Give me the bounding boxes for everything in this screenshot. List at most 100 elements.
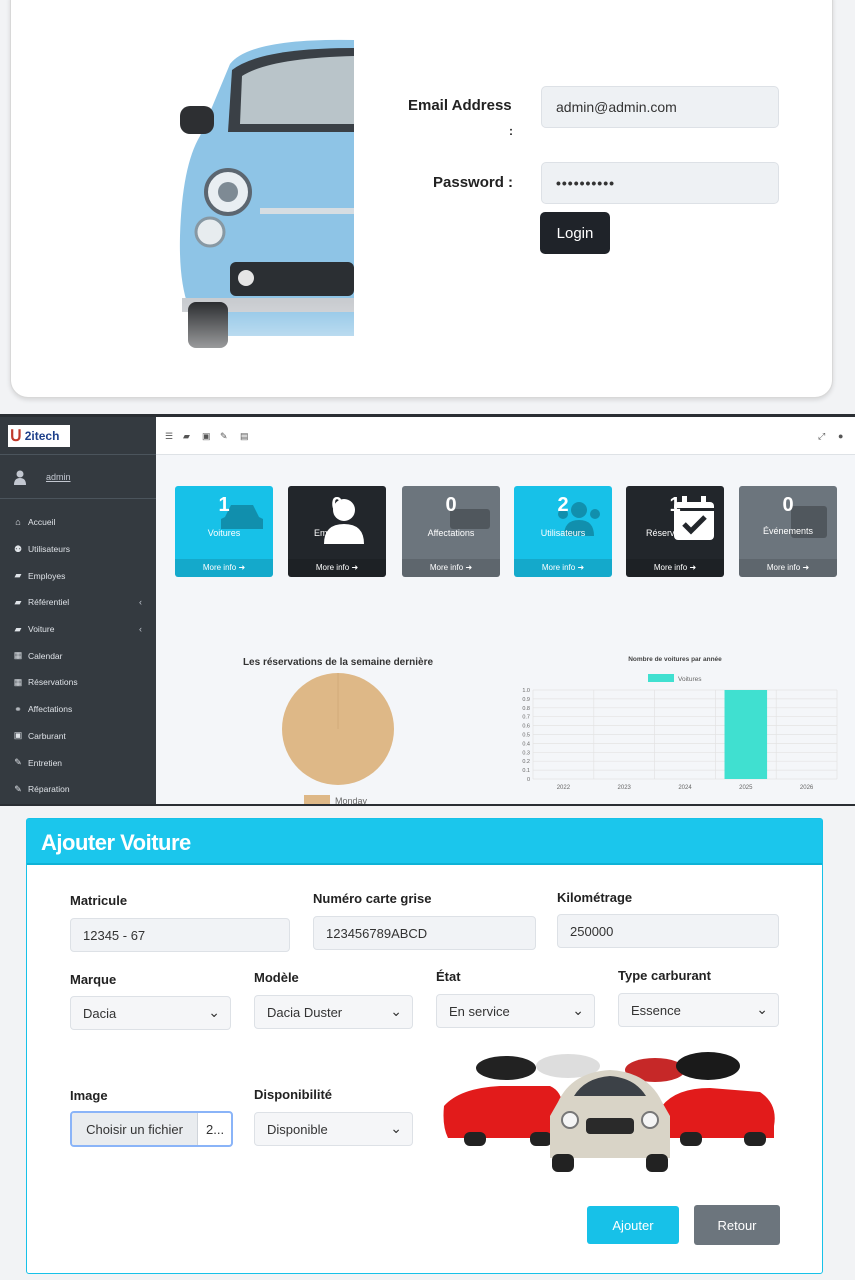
disponibilite-select[interactable]: Disponible ⌄ [254, 1112, 413, 1146]
more-info-label: More info [653, 563, 688, 572]
choose-file-button[interactable]: Choisir un fichier [72, 1113, 198, 1145]
marque-select[interactable]: Dacia ⌄ [70, 996, 231, 1030]
pie-chart: Monday [282, 673, 394, 806]
wrench-icon[interactable]: ✎ [220, 431, 228, 442]
fuel-icon[interactable]: ▤ [240, 431, 249, 442]
sidebar-item-reservations[interactable]: ▦ Réservations [0, 669, 156, 696]
fiat-500-car-image [170, 36, 354, 390]
kilometrage-label: Kilométrage [557, 890, 633, 905]
bar-y-tick-label: 0 [527, 777, 530, 783]
type-carburant-select[interactable]: Essence ⌄ [618, 993, 779, 1027]
sidebar-nav: ⌂ Accueil ⚉ Utilisateurs ▰ Employes ▰ Référe… [0, 509, 156, 803]
sidebar-item-label: Réservations [28, 677, 78, 688]
modele-select[interactable]: Dacia Duster ⌄ [254, 995, 413, 1029]
info-box-employes: 0 Emp More info ➜ [288, 486, 386, 577]
email-label-colon: : [509, 124, 513, 138]
sidebar-item-voiture[interactable]: ▰ Voiture ‹ [0, 616, 156, 643]
sidebar-item-utilisateurs[interactable]: ⚉ Utilisateurs [0, 536, 156, 563]
home-icon: ⌂ [15, 517, 21, 528]
pie-chart-title: Les réservations de la semaine dernière [242, 657, 434, 668]
chevron-left-icon: ‹ [139, 597, 142, 608]
gas-pump-icon[interactable]: ▣ [202, 431, 211, 442]
sidebar-item-accueil[interactable]: ⌂ Accueil [0, 509, 156, 536]
ajouter-button[interactable]: Ajouter [587, 1206, 679, 1244]
more-info-link[interactable]: More info ➜ [288, 559, 386, 577]
bar-x-tick-label: 2025 [739, 785, 753, 791]
gas-pump-icon: ▣ [13, 730, 23, 741]
info-box-number: 0 [782, 494, 794, 516]
email-input[interactable]: admin@admin.com [541, 86, 779, 128]
bar-y-tick-label: 0.6 [522, 724, 530, 730]
info-box-voitures: 1 Voitures More info ➜ [175, 486, 273, 577]
info-box-label: Utilisateurs [540, 528, 586, 538]
more-info-link[interactable]: More info ➜ [626, 559, 724, 577]
bar-x-tick-label: 2022 [557, 785, 571, 791]
arrow-circle-right-icon: ➜ [238, 563, 246, 572]
password-input[interactable]: •••••••••• [541, 162, 779, 204]
more-info-link[interactable]: More info ➜ [739, 559, 837, 577]
chevron-down-icon: ⌄ [756, 1001, 768, 1017]
etat-select-value: En service [449, 1004, 510, 1019]
car-icon[interactable]: ▰ [183, 431, 190, 442]
user-panel: admin [0, 455, 156, 499]
bar[interactable] [724, 690, 768, 779]
marque-label: Marque [70, 972, 117, 987]
calendar-icon: ▦ [13, 650, 23, 661]
sidebar-item-label: Calendar [28, 650, 63, 661]
user-avatar-icon [12, 469, 28, 485]
sidebar: ᑌ 2itech admin ⌂ Accueil ⚉ Utilisateurs ▰ E… [0, 417, 156, 806]
sidebar-item-entretien[interactable]: ✎ Entretien [0, 749, 156, 776]
fullscreen-icon[interactable]: ⤢ [818, 431, 825, 442]
more-info-link[interactable]: More info ➜ [175, 559, 273, 577]
info-box-number: 0 [331, 494, 343, 516]
dashboard-panel: ᑌ 2itech admin ⌂ Accueil ⚉ Utilisateurs ▰ E… [0, 417, 855, 806]
info-box-number: 1 [669, 494, 681, 516]
more-info-label: More info [429, 563, 464, 572]
sidebar-item-carburant[interactable]: ▣ Carburant [0, 723, 156, 750]
info-box-label: Réserv [646, 528, 675, 538]
add-car-panel: Ajouter Voiture Matricule 12345 - 67 Num… [0, 806, 855, 1280]
sidebar-item-employes[interactable]: ▰ Employes [0, 562, 156, 589]
bar-y-tick-label: 0.9 [522, 697, 530, 703]
more-info-link[interactable]: More info ➜ [402, 559, 500, 577]
kilometrage-input[interactable]: 250000 [557, 914, 779, 948]
info-box-number: 2 [557, 494, 569, 516]
carte-grise-input[interactable]: 123456789ABCD [313, 916, 536, 950]
car-icon: ▰ [14, 623, 22, 634]
calendar-check-icon: ▦ [13, 676, 23, 687]
user-icon[interactable]: ● [838, 431, 843, 441]
sidebar-item-label: Utilisateurs [28, 544, 71, 555]
users-icon: ⚉ [13, 543, 23, 554]
brand[interactable]: ᑌ 2itech [0, 417, 156, 455]
bar-x-tick-label: 2023 [618, 785, 632, 791]
sidebar-item-label: Réparation [28, 784, 70, 795]
menu-toggle-icon[interactable]: ☰ [165, 431, 173, 442]
sidebar-item-referentiel[interactable]: ▰ Référentiel ‹ [0, 589, 156, 616]
info-box-utilisateurs: 2 Utilisateurs More info ➜ [514, 486, 612, 577]
page-title: Ajouter Voiture [41, 830, 191, 855]
sidebar-item-calendar[interactable]: ▦ Calendar [0, 642, 156, 669]
type-carburant-label: Type carburant [618, 968, 711, 983]
more-info-label: More info [541, 563, 576, 572]
info-box-reservations: 1 Réserv More info ➜ [626, 486, 724, 577]
carte-grise-label: Numéro carte grise [313, 891, 432, 906]
etat-select[interactable]: En service ⌄ [436, 994, 595, 1028]
chevron-down-icon: ⌄ [390, 1120, 402, 1136]
bar-y-tick-label: 0.7 [522, 715, 530, 721]
chevron-left-icon: ‹ [139, 624, 142, 635]
matricule-input[interactable]: 12345 - 67 [70, 918, 290, 952]
retour-button[interactable]: Retour [694, 1205, 780, 1245]
arrow-circle-right-icon: ➜ [577, 563, 585, 572]
image-file-input[interactable]: Choisir un fichier 2... [70, 1111, 233, 1147]
arrow-circle-right-icon: ➜ [802, 563, 810, 572]
modele-select-value: Dacia Duster [267, 1005, 343, 1020]
car-icon: ▰ [14, 596, 22, 607]
login-button[interactable]: Login [540, 212, 610, 254]
more-info-link[interactable]: More info ➜ [514, 559, 612, 577]
sidebar-item-reparation[interactable]: ✎ Réparation [0, 776, 156, 803]
bar-y-tick-label: 0.5 [522, 733, 530, 739]
bar-chart: Voitures 0 0.1 0.2 0.3 0.4 0.5 0.6 0.7 0.8 0.9 1.0 2… [522, 674, 838, 791]
sidebar-item-affectations[interactable]: ⚭ Affectations [0, 696, 156, 723]
sidebar-item-label: Affectations [28, 704, 73, 715]
user-name-link[interactable]: admin [46, 472, 71, 482]
